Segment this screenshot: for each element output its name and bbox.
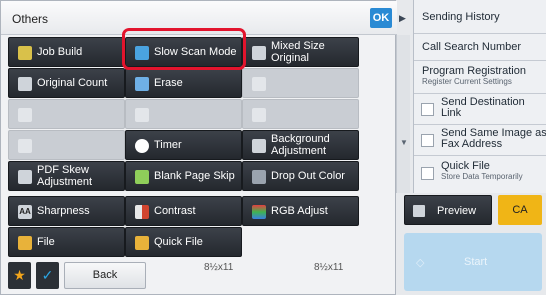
disabled-button bbox=[8, 130, 125, 160]
button-label: Mixed Size Original bbox=[271, 40, 325, 64]
button-label bbox=[271, 100, 356, 128]
button-label: PDF Skew Adjustment bbox=[37, 164, 93, 188]
file-button[interactable]: File bbox=[8, 227, 125, 257]
panel-title: Others bbox=[12, 12, 49, 26]
rgb-adjust-icon bbox=[252, 205, 266, 219]
quick-file-side-item[interactable]: Quick File Store Data Temporarily bbox=[414, 156, 546, 193]
background-adjust-icon bbox=[252, 139, 266, 153]
favorite-star-icon[interactable]: ★ bbox=[8, 262, 31, 289]
disabled-button bbox=[8, 99, 125, 129]
disabled-button bbox=[242, 68, 359, 98]
button-label: Erase bbox=[154, 77, 183, 89]
side-item-label: Send Destination Link bbox=[441, 96, 525, 119]
file-folder-icon bbox=[18, 236, 32, 250]
quick-file-button[interactable]: Quick File bbox=[125, 227, 242, 257]
timer-icon bbox=[135, 139, 149, 153]
send-destination-link-checkbox[interactable] bbox=[421, 103, 434, 116]
expand-arrow-icon[interactable]: ▶ bbox=[399, 13, 413, 27]
call-search-number-item[interactable]: Call Search Number bbox=[414, 34, 546, 61]
disabled-icon bbox=[252, 108, 266, 122]
button-label: Drop Out Color bbox=[271, 170, 345, 182]
back-button[interactable]: Back bbox=[64, 262, 146, 289]
side-item-sub: Register Current Settings bbox=[422, 77, 512, 86]
sending-history-item[interactable]: Sending History bbox=[414, 0, 546, 34]
mixed-size-original-button[interactable]: Mixed Size Original bbox=[242, 37, 359, 67]
button-label bbox=[37, 131, 122, 159]
button-label bbox=[271, 69, 356, 97]
drop-out-color-icon bbox=[252, 170, 266, 184]
disabled-icon bbox=[18, 108, 32, 122]
paper-size-2: 8½x11 bbox=[314, 262, 344, 273]
button-label: Job Build bbox=[37, 46, 83, 58]
quick-file-icon bbox=[135, 236, 149, 250]
disabled-icon bbox=[252, 77, 266, 91]
preview-label: Preview bbox=[437, 205, 477, 217]
start-icon: ◇ bbox=[416, 257, 425, 269]
preview-button[interactable]: Preview bbox=[404, 195, 492, 225]
checkmark-icon[interactable]: ✓ bbox=[36, 262, 59, 289]
others-screen: Others OK Job Build Slow Scan Mode Mixed… bbox=[0, 0, 546, 295]
pdf-skew-adjustment-button[interactable]: PDF Skew Adjustment bbox=[8, 161, 125, 191]
blank-page-skip-icon bbox=[135, 170, 149, 184]
disabled-icon bbox=[135, 108, 149, 122]
slow-scan-highlight bbox=[122, 28, 246, 70]
sharpness-icon: AA bbox=[18, 205, 32, 219]
button-label bbox=[154, 100, 239, 128]
timer-button[interactable]: Timer bbox=[125, 130, 242, 160]
side-item-label: Program Registration bbox=[422, 65, 526, 77]
paper-size-1: 8½x11 bbox=[204, 262, 234, 273]
original-count-icon bbox=[18, 77, 32, 91]
disabled-button bbox=[125, 99, 242, 129]
side-item-label: Send Same Image as Fax Address bbox=[441, 127, 546, 150]
preview-icon bbox=[413, 205, 425, 217]
button-label: Quick File bbox=[154, 236, 203, 248]
side-item-sub: Store Data Temporarily bbox=[441, 172, 523, 181]
start-label: Start bbox=[464, 256, 488, 268]
job-build-icon bbox=[18, 46, 32, 60]
button-label: Background Adjustment bbox=[271, 133, 330, 157]
clear-all-button[interactable]: CA bbox=[498, 195, 542, 225]
side-item-label: Call Search Number bbox=[422, 41, 522, 53]
send-destination-link-item[interactable]: Send Destination Link bbox=[414, 94, 546, 125]
button-label: Original Count bbox=[37, 77, 108, 89]
side-panel: Sending History Call Search Number Progr… bbox=[413, 0, 546, 193]
side-item-label: Sending History bbox=[422, 11, 500, 23]
drop-out-color-button[interactable]: Drop Out Color bbox=[242, 161, 359, 191]
contrast-icon bbox=[135, 205, 149, 219]
original-count-button[interactable]: Original Count bbox=[8, 68, 125, 98]
start-button[interactable]: ◇ Start bbox=[404, 233, 542, 291]
send-same-image-item[interactable]: Send Same Image as Fax Address bbox=[414, 125, 546, 156]
button-label bbox=[37, 100, 122, 128]
disabled-icon bbox=[18, 139, 32, 153]
button-label: Timer bbox=[154, 139, 182, 151]
erase-icon bbox=[135, 77, 149, 91]
side-item-label: Quick File bbox=[441, 160, 490, 172]
ok-button[interactable]: OK bbox=[370, 8, 392, 28]
disabled-button bbox=[242, 99, 359, 129]
job-build-button[interactable]: Job Build bbox=[8, 37, 125, 67]
sharpness-button[interactable]: AA Sharpness bbox=[8, 196, 125, 226]
button-label: Blank Page Skip bbox=[154, 170, 235, 182]
contrast-button[interactable]: Contrast bbox=[125, 196, 242, 226]
rgb-adjust-button[interactable]: RGB Adjust bbox=[242, 196, 359, 226]
pdf-skew-icon bbox=[18, 170, 32, 184]
button-label: Contrast bbox=[154, 205, 196, 217]
erase-button[interactable]: Erase bbox=[125, 68, 242, 98]
program-registration-item[interactable]: Program Registration Register Current Se… bbox=[414, 61, 546, 94]
scroll-down-icon[interactable]: ▼ bbox=[400, 138, 408, 147]
mixed-size-icon bbox=[252, 46, 266, 60]
button-label: RGB Adjust bbox=[271, 205, 328, 217]
button-label: Sharpness bbox=[37, 205, 90, 217]
button-label: File bbox=[37, 236, 55, 248]
quick-file-checkbox[interactable] bbox=[421, 167, 434, 180]
blank-page-skip-button[interactable]: Blank Page Skip bbox=[125, 161, 242, 191]
background-adjustment-button[interactable]: Background Adjustment bbox=[242, 130, 359, 160]
scrollbar[interactable]: ▼ bbox=[396, 35, 410, 193]
send-same-image-checkbox[interactable] bbox=[421, 134, 434, 147]
